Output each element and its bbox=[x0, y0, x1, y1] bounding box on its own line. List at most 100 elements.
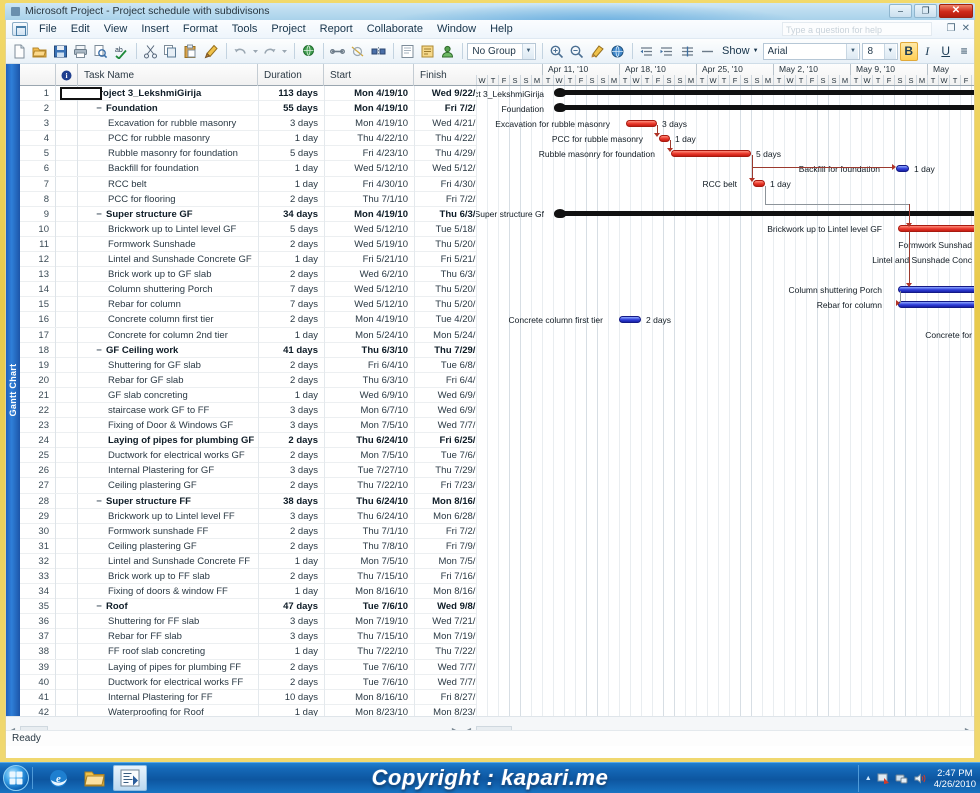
duration-cell[interactable]: 2 days bbox=[258, 267, 324, 283]
start-cell[interactable]: Mon 4/19/10 bbox=[324, 206, 414, 222]
finish-cell[interactable]: Wed 9/8/10 bbox=[414, 599, 476, 615]
menu-help[interactable]: Help bbox=[483, 21, 520, 37]
assign-resources-icon[interactable] bbox=[438, 41, 457, 62]
task-name-cell[interactable]: PCC for flooring bbox=[78, 192, 258, 207]
row-indicator-cell[interactable] bbox=[56, 297, 78, 313]
task-name-cell[interactable]: Excavation for rubble masonry bbox=[78, 116, 258, 131]
task-name-cell[interactable]: − Super structure FF bbox=[78, 494, 258, 509]
task-name-cell[interactable]: Laying of pipes for plumbing GF bbox=[78, 433, 258, 448]
menu-report[interactable]: Report bbox=[313, 21, 360, 37]
table-row[interactable]: 35−Roof47 daysTue 7/6/10Wed 9/8/10 bbox=[20, 599, 476, 615]
row-id-cell[interactable]: 6 bbox=[20, 161, 56, 177]
start-cell[interactable]: Fri 4/23/10 bbox=[324, 146, 414, 162]
finish-cell[interactable]: Fri 7/9/10 bbox=[414, 538, 476, 554]
start-cell[interactable]: Thu 7/15/10 bbox=[324, 569, 414, 584]
task-name-cell[interactable]: GF slab concreting bbox=[78, 388, 258, 403]
duration-cell[interactable]: 1 day bbox=[258, 644, 324, 660]
task-name-cell[interactable]: Concrete for column 2nd tier bbox=[78, 328, 258, 343]
table-row[interactable]: 2−Foundation55 daysMon 4/19/10Fri 7/2/10 bbox=[20, 101, 476, 117]
table-row[interactable]: 5 Rubble masonry for foundation 5 days Fri … bbox=[20, 146, 476, 162]
table-row[interactable]: 20 Rebar for GF slab 2 days Thu 6/3/10 Fri 6… bbox=[20, 372, 476, 388]
start-cell[interactable]: Wed 5/19/10 bbox=[324, 236, 414, 252]
start-cell[interactable]: Mon 8/16/10 bbox=[324, 689, 414, 705]
row-id-cell[interactable]: 39 bbox=[20, 659, 56, 675]
duration-cell[interactable]: 2 days bbox=[258, 448, 324, 464]
menu-window[interactable]: Window bbox=[430, 21, 483, 37]
minimize-button[interactable]: – bbox=[889, 4, 912, 18]
row-indicator-cell[interactable] bbox=[56, 448, 78, 464]
row-id-cell[interactable]: 24 bbox=[20, 433, 56, 449]
row-indicator-cell[interactable] bbox=[56, 146, 78, 162]
start-cell[interactable]: Mon 5/24/10 bbox=[324, 327, 414, 343]
finish-cell[interactable]: Thu 4/22/10 bbox=[414, 131, 476, 147]
start-cell[interactable]: Tue 7/6/10 bbox=[324, 599, 414, 615]
duration-cell[interactable]: 2 days bbox=[258, 659, 324, 675]
row-indicator-cell[interactable] bbox=[56, 538, 78, 554]
row-indicator-cell[interactable] bbox=[56, 584, 78, 600]
row-indicator-cell[interactable] bbox=[56, 312, 78, 328]
row-id-cell[interactable]: 1 bbox=[20, 86, 56, 101]
duration-cell[interactable]: 2 days bbox=[258, 569, 324, 584]
row-indicator-cell[interactable] bbox=[56, 553, 78, 569]
table-row[interactable]: 12 Lintel and Sunshade Concrete GF 1 day Fr… bbox=[20, 252, 476, 268]
chevron-down-icon-font[interactable]: ▼ bbox=[846, 43, 859, 59]
help-search-input[interactable]: Type a question for help bbox=[782, 22, 932, 36]
finish-cell[interactable]: Thu 7/29/10 bbox=[414, 342, 476, 358]
format-painter-icon[interactable] bbox=[201, 41, 220, 62]
row-indicator-cell[interactable] bbox=[56, 252, 78, 268]
finish-cell[interactable]: Thu 5/20/10 bbox=[414, 282, 476, 298]
gantt-summary-bar[interactable] bbox=[559, 210, 974, 218]
notes-icon[interactable] bbox=[418, 41, 437, 62]
duration-cell[interactable]: 1 day bbox=[258, 176, 324, 192]
task-name-cell[interactable]: Rebar for column bbox=[78, 297, 258, 312]
duration-cell[interactable]: 2 days bbox=[258, 191, 324, 207]
row-id-cell[interactable]: 25 bbox=[20, 448, 56, 464]
open-icon[interactable] bbox=[30, 41, 49, 62]
task-name-cell[interactable]: Laying of pipes for plumbing FF bbox=[78, 660, 258, 675]
row-indicator-cell[interactable] bbox=[56, 629, 78, 645]
start-cell[interactable]: Thu 7/1/10 bbox=[324, 191, 414, 207]
start-cell[interactable]: Wed 5/12/10 bbox=[324, 297, 414, 313]
duration-cell[interactable]: 41 days bbox=[258, 342, 324, 358]
taskbar-internet-explorer[interactable]: e bbox=[41, 765, 75, 791]
table-row[interactable]: 28− Super structure FF 38 days Thu 6/24/10 M… bbox=[20, 493, 476, 509]
task-name-cell[interactable]: − Roof bbox=[78, 599, 258, 614]
menu-format[interactable]: Format bbox=[176, 21, 225, 37]
row-id-cell[interactable]: 13 bbox=[20, 267, 56, 283]
row-id-cell[interactable]: 34 bbox=[20, 584, 56, 600]
row-id-cell[interactable]: 7 bbox=[20, 176, 56, 192]
table-row[interactable]: 10 Brickwork up to Lintel level GF 5 days W… bbox=[20, 221, 476, 237]
row-id-cell[interactable]: 22 bbox=[20, 402, 56, 418]
finish-cell[interactable]: Thu 5/20/10 bbox=[414, 297, 476, 313]
finish-cell[interactable]: Tue 5/18/10 bbox=[414, 221, 476, 237]
start-cell[interactable]: Mon 6/7/10 bbox=[324, 402, 414, 418]
start-cell[interactable]: Thu 6/24/10 bbox=[324, 433, 414, 449]
finish-cell[interactable]: Thu 6/3/10 bbox=[414, 267, 476, 283]
start-cell[interactable]: Thu 6/3/10 bbox=[324, 342, 414, 358]
task-name-cell[interactable]: PCC for rubble masonry bbox=[78, 131, 258, 146]
table-row[interactable]: 7RCC belt1 dayFri 4/30/10Fri 4/30/10 bbox=[20, 176, 476, 192]
table-row[interactable]: 9− Super structure GF 34 days Mon 4/19/10 Th… bbox=[20, 206, 476, 222]
task-name-cell[interactable]: Lintel and Sunshade Concrete GF bbox=[78, 252, 258, 267]
row-indicator-cell[interactable] bbox=[56, 433, 78, 449]
row-indicator-cell[interactable] bbox=[56, 221, 78, 237]
start-cell[interactable]: Fri 6/4/10 bbox=[324, 357, 414, 373]
row-id-cell[interactable]: 30 bbox=[20, 523, 56, 539]
menu-view[interactable]: View bbox=[97, 21, 135, 37]
row-indicator-cell[interactable] bbox=[56, 569, 78, 584]
duration-cell[interactable]: 3 days bbox=[258, 629, 324, 645]
table-row[interactable]: 16 Concrete column first tier 2 days Mon 4/… bbox=[20, 312, 476, 328]
duration-cell[interactable]: 1 day bbox=[258, 704, 324, 716]
task-name-cell[interactable]: Brick work up to GF slab bbox=[78, 267, 258, 282]
doc-restore-button[interactable]: ❐ bbox=[947, 23, 956, 34]
task-name-cell[interactable]: Ceiling plastering GF bbox=[78, 478, 258, 493]
start-cell[interactable]: Thu 7/22/10 bbox=[324, 478, 414, 494]
finish-cell[interactable]: Wed 6/9/10 bbox=[414, 402, 476, 418]
view-bar[interactable]: Gantt Chart bbox=[6, 64, 20, 716]
hyperlink-icon[interactable] bbox=[299, 41, 318, 62]
duration-cell[interactable]: 2 days bbox=[258, 312, 324, 328]
row-indicator-cell[interactable] bbox=[56, 101, 78, 117]
table-row[interactable]: 25 Ductwork for electrical works GF 2 days… bbox=[20, 448, 476, 464]
table-row[interactable]: 40 Ductwork for electrical works FF 2 days… bbox=[20, 674, 476, 690]
font-size-select[interactable]: 8 ▼ bbox=[862, 42, 898, 60]
